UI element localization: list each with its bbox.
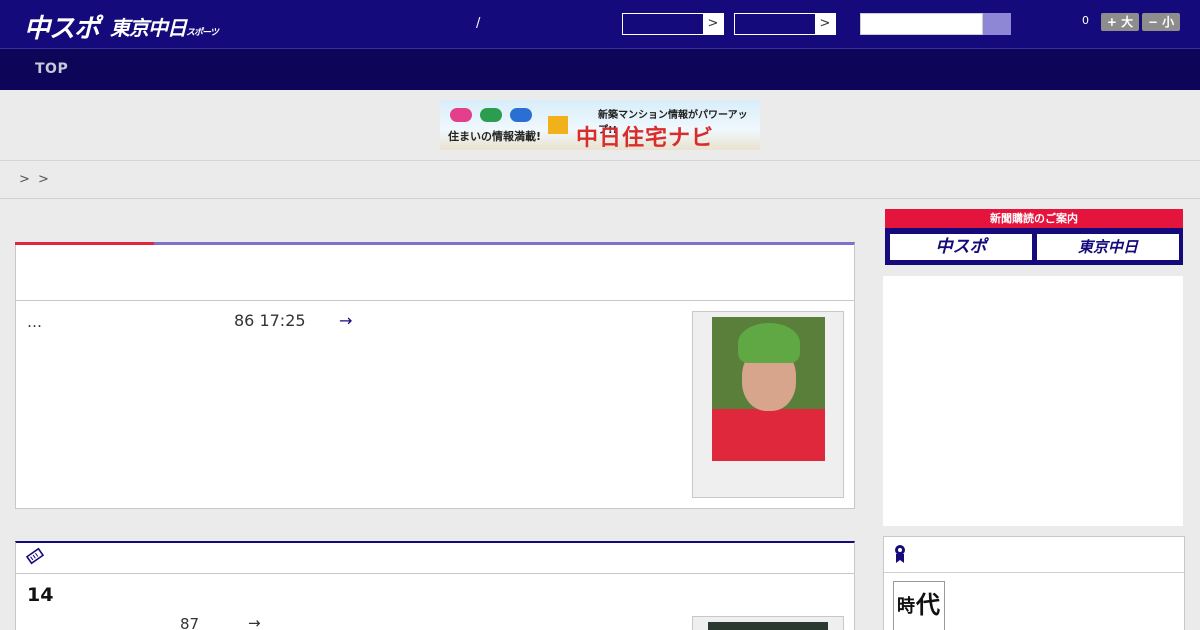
photo-helmet [738,323,800,363]
column-meta: 87 [180,615,200,630]
font-size-bigger-button[interactable]: + 大 [1101,13,1139,31]
column-title[interactable]: 14 [27,584,53,606]
photo-shirt [712,409,825,461]
nav-item-top[interactable]: TOP [35,61,68,77]
ranking-thumb-text-2: 代 [916,591,940,619]
column-photo-frame [692,616,844,630]
article-meta: 86 17:25 [234,311,306,330]
banner-tagline: 住まいの情報満載! [448,130,542,143]
tokyo-chunichi-logo-small: スポーツ [186,28,219,38]
chuspo-logo[interactable]: 中スポ [24,8,100,45]
font-size-smaller-button[interactable]: − 小 [1142,13,1180,31]
category-select-1[interactable]: > [622,13,724,35]
site-search [860,13,1011,35]
tokyo-chunichi-logo[interactable]: 東京中日スポーツ [110,12,219,41]
search-input[interactable] [860,13,983,35]
view-count: 0 [1082,14,1089,27]
ranking-thumbnail[interactable]: 時 代 [893,581,945,630]
category-select-2[interactable]: > [734,13,836,35]
ticket-icon [26,547,44,565]
breadcrumb-separator: > [38,172,49,187]
article-more-link[interactable]: → [339,311,352,330]
article-header [16,245,854,301]
article-snippet: … [27,313,42,331]
column-photo[interactable] [708,622,828,630]
breadcrumb: > > [0,161,1200,199]
banner-brand: 中日住宅ナビ [576,126,715,150]
sidebar-ad[interactable] [883,276,1183,526]
column-more-link[interactable]: → [248,614,261,630]
chevron-right-icon: > [703,14,723,34]
banner-pill-mie [510,108,532,122]
subscribe-chuspo-button[interactable]: 中スポ [889,233,1033,261]
jockey-photo[interactable] [712,317,825,461]
housing-navi-banner[interactable]: 住まいの情報満載! 新築マンション情報がパワーアップ!! 中日住宅ナビ [440,100,760,150]
chevron-right-icon: > [815,14,835,34]
subscription-box: 新聞購読のご案内 中スポ 東京中日 [885,209,1183,265]
ranking-thumb-text-1: 時 [897,596,915,617]
medal-icon [895,545,905,563]
site-header: 中スポ 東京中日スポーツ / > > 0 + 大 − 小 [0,0,1200,48]
breadcrumb-separator: > [19,172,30,187]
subscription-bar[interactable]: 新聞購読のご案内 [885,209,1183,228]
global-nav: TOP [0,48,1200,90]
house-icon [548,116,568,134]
banner-pill-gifu [480,108,502,122]
banner-pill-aichi [450,108,472,122]
subscribe-tokyo-chunichi-button[interactable]: 東京中日 [1036,233,1180,261]
search-button[interactable] [983,13,1011,35]
tokyo-chunichi-logo-text: 東京中日 [110,16,187,40]
header-separator: / [476,16,481,31]
column-header [16,543,854,574]
ranking-header [884,537,1184,573]
